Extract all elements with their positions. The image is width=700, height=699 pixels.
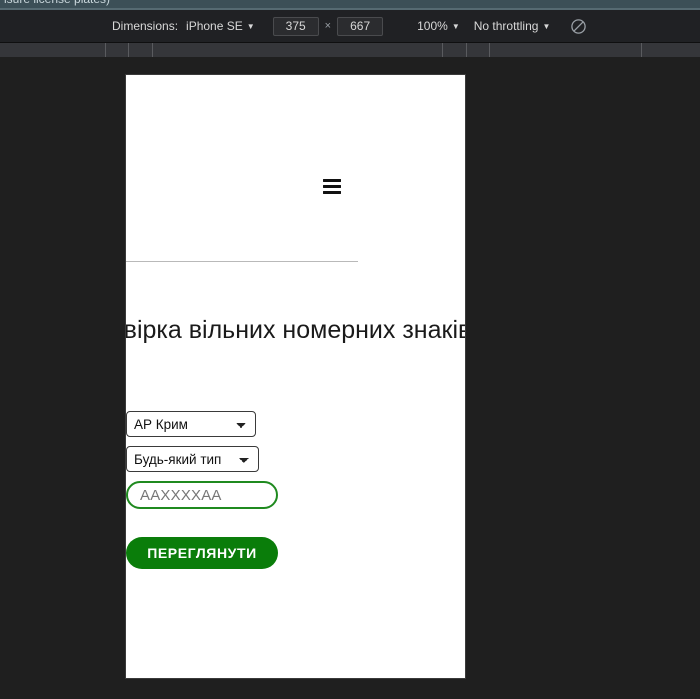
device-viewport: Перевірка вільних номерних знаків АР Кри… — [125, 74, 466, 679]
window-title-clipped: isure license plates) — [4, 0, 110, 6]
region-field-row: АР Крим — [126, 411, 406, 437]
viewport-height-input[interactable] — [337, 16, 384, 36]
zoom-select-value: 100% — [417, 19, 448, 33]
chevron-down-icon: ▼ — [246, 22, 255, 31]
throttling-select-value: No throttling — [473, 19, 539, 33]
plate-search-form: АР Крим Будь-який тип ПЕРЕГЛЯНУТИ — [126, 411, 406, 569]
plate-type-select[interactable]: Будь-який тип — [126, 446, 259, 472]
region-select[interactable]: АР Крим — [126, 411, 256, 437]
hamburger-bar — [323, 179, 341, 182]
zoom-select[interactable]: 100% ▼ — [417, 19, 460, 33]
device-ruler — [0, 43, 700, 58]
chevron-down-icon: ▼ — [451, 22, 460, 31]
ruler-tick — [641, 43, 642, 57]
viewport-width-input[interactable] — [272, 16, 319, 36]
hamburger-bar — [323, 185, 341, 188]
chevron-down-icon: ▼ — [542, 22, 551, 31]
window-title-strip: isure license plates) — [0, 0, 700, 10]
no-cache-icon[interactable] — [570, 18, 587, 35]
plate-number-input[interactable] — [126, 481, 278, 509]
device-mode-toolbar: Dimensions: iPhone SE ▼ × 100% ▼ No thro… — [0, 10, 700, 43]
ruler-tick — [466, 43, 467, 57]
ruler-tick — [489, 43, 490, 57]
emulated-page: Перевірка вільних номерних знаків АР Кри… — [125, 75, 466, 678]
search-submit-button[interactable]: ПЕРЕГЛЯНУТИ — [126, 537, 278, 569]
ruler-tick — [442, 43, 443, 57]
hamburger-menu-icon[interactable] — [323, 179, 341, 194]
page-title: Перевірка вільних номерних знаків — [125, 315, 466, 344]
throttling-select[interactable]: No throttling ▼ — [474, 19, 551, 33]
dimensions-label: Dimensions: — [112, 19, 179, 33]
ruler-tick — [105, 43, 106, 57]
header-divider — [126, 261, 358, 262]
ruler-tick — [128, 43, 129, 57]
hamburger-bar — [323, 191, 341, 194]
type-field-row: Будь-який тип — [126, 446, 406, 472]
ruler-tick — [152, 43, 153, 57]
dimensions-multiply-symbol: × — [324, 20, 332, 32]
device-select-value: iPhone SE — [186, 19, 243, 33]
site-header — [126, 75, 465, 262]
device-select[interactable]: iPhone SE ▼ — [186, 19, 255, 33]
plate-field-row — [126, 481, 406, 509]
